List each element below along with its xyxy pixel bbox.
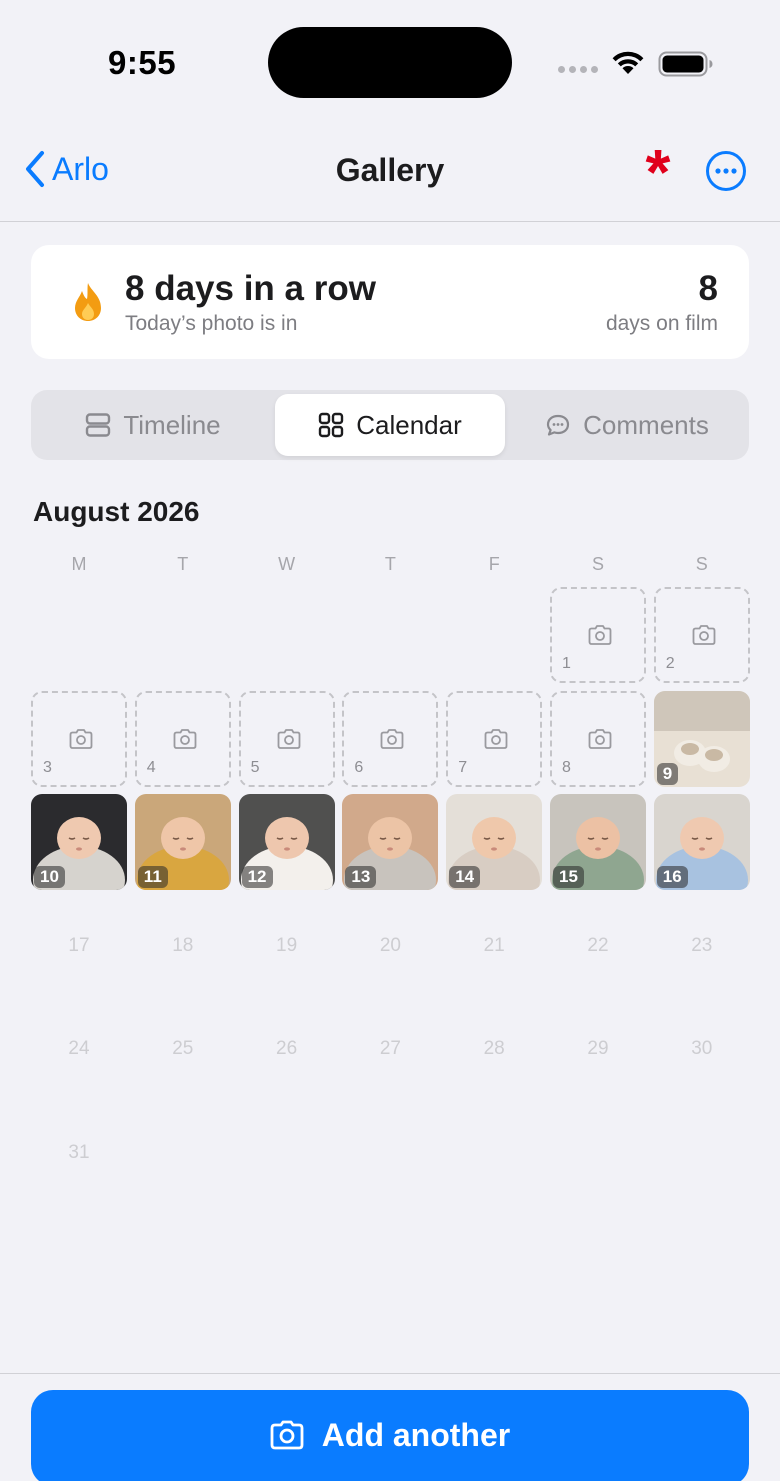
future-day-cell: 22 bbox=[587, 934, 609, 956]
future-day-cell: 24 bbox=[68, 1038, 90, 1059]
day-number-badge: 16 bbox=[656, 866, 688, 888]
streak-count-label: days on film bbox=[605, 312, 718, 335]
future-day-cell: 29 bbox=[587, 1038, 609, 1059]
camera-icon bbox=[270, 1420, 304, 1450]
tab-timeline-label: Timeline bbox=[123, 409, 221, 440]
day-number-badge: 11 bbox=[137, 866, 168, 888]
dynamic-island bbox=[268, 27, 512, 98]
streak-subtitle: Today’s photo is in bbox=[125, 312, 298, 335]
future-day-cell: 26 bbox=[276, 1038, 298, 1059]
future-day-cell: 25 bbox=[172, 1038, 194, 1059]
weekday-label: S bbox=[695, 554, 708, 574]
future-day-cell: 27 bbox=[379, 1038, 401, 1059]
future-day-cell: 21 bbox=[483, 934, 505, 956]
day-number: 5 bbox=[250, 758, 260, 776]
grid-icon bbox=[319, 412, 344, 438]
empty-day-cell[interactable]: 2 bbox=[653, 587, 750, 683]
photo-day-cell[interactable]: 9 bbox=[653, 690, 750, 787]
day-number: 1 bbox=[562, 655, 571, 672]
camera-icon bbox=[588, 728, 612, 749]
weekday-label: T bbox=[384, 554, 396, 574]
empty-day-cell[interactable]: 3 bbox=[31, 690, 127, 787]
camera-icon bbox=[588, 625, 612, 645]
streak-title: 8 days in a row bbox=[125, 269, 376, 308]
status-bar: 9:55 bbox=[0, 0, 780, 120]
more-options-icon[interactable] bbox=[705, 150, 747, 192]
day-number-badge: 10 bbox=[34, 866, 65, 888]
photo-day-cell[interactable]: 15 bbox=[550, 794, 646, 890]
day-number-badge: 9 bbox=[656, 762, 679, 785]
camera-icon bbox=[173, 728, 197, 749]
add-another-button[interactable]: Add another bbox=[31, 1390, 749, 1481]
camera-icon bbox=[692, 625, 716, 645]
future-day-cell: 19 bbox=[276, 934, 298, 956]
tab-comments[interactable]: Comments bbox=[509, 394, 745, 456]
tab-timeline[interactable]: Timeline bbox=[35, 394, 271, 456]
streak-card: 8 days in a row Today’s photo is in 8 da… bbox=[31, 245, 749, 359]
empty-day-cell[interactable]: 8 bbox=[550, 690, 646, 787]
day-number: 7 bbox=[458, 758, 468, 776]
weekday-label: M bbox=[71, 554, 87, 574]
camera-icon bbox=[484, 728, 508, 749]
comment-icon bbox=[547, 414, 570, 436]
flame-icon bbox=[75, 283, 101, 321]
photo-day-cell[interactable]: 12 bbox=[238, 794, 335, 890]
tab-calendar-label: Calendar bbox=[356, 409, 462, 440]
status-time: 9:55 bbox=[108, 44, 177, 81]
asterisk-button[interactable]: * bbox=[636, 140, 680, 204]
month-title: August 2026 bbox=[33, 496, 200, 527]
add-another-label: Add another bbox=[321, 1417, 511, 1453]
battery-icon bbox=[658, 51, 713, 77]
future-day-cell: 17 bbox=[68, 934, 90, 956]
day-number: 2 bbox=[665, 655, 675, 672]
day-number-badge: 12 bbox=[241, 866, 273, 888]
weekday-label: W bbox=[278, 554, 296, 574]
camera-icon bbox=[69, 728, 93, 749]
cellular-signal-icon bbox=[558, 66, 598, 73]
weekday-label: F bbox=[488, 554, 500, 574]
future-day-cell: 30 bbox=[691, 1038, 713, 1059]
photo-day-cell[interactable]: 10 bbox=[31, 794, 127, 890]
photo-day-cell[interactable]: 14 bbox=[446, 794, 543, 890]
day-number-badge: 14 bbox=[449, 866, 481, 888]
empty-day-cell[interactable]: 7 bbox=[446, 690, 543, 787]
future-day-cell: 20 bbox=[379, 934, 401, 956]
future-day-cell: 23 bbox=[691, 934, 713, 956]
empty-day-cell[interactable]: 1 bbox=[550, 587, 646, 683]
view-segmented-control: Timeline Calendar Comments bbox=[31, 390, 749, 460]
day-number-badge: 13 bbox=[345, 866, 377, 888]
photo-day-cell[interactable]: 13 bbox=[342, 794, 439, 890]
bottom-bar: Add another bbox=[0, 1373, 780, 1481]
empty-day-cell[interactable]: 4 bbox=[134, 690, 231, 787]
camera-icon bbox=[380, 728, 404, 749]
future-day-cell: 18 bbox=[172, 934, 194, 956]
day-number: 6 bbox=[354, 758, 364, 776]
day-number: 8 bbox=[562, 758, 571, 776]
future-day-cell: 28 bbox=[483, 1038, 505, 1059]
timeline-icon bbox=[86, 413, 111, 437]
tab-comments-label: Comments bbox=[583, 409, 709, 440]
streak-count: 8 bbox=[698, 269, 718, 308]
future-day-cell: 31 bbox=[68, 1141, 90, 1163]
tab-calendar[interactable]: Calendar bbox=[275, 394, 505, 456]
photo-day-cell[interactable]: 16 bbox=[653, 794, 750, 890]
navigation-bar: Arlo Gallery * bbox=[0, 120, 780, 222]
camera-icon bbox=[277, 728, 300, 749]
empty-day-cell[interactable]: 6 bbox=[342, 690, 439, 787]
day-number: 3 bbox=[43, 758, 52, 776]
day-number-badge: 15 bbox=[553, 866, 584, 888]
weekday-label: T bbox=[177, 554, 189, 574]
empty-day-cell[interactable]: 5 bbox=[238, 690, 335, 787]
screen: 9:55 Arlo Gallery * 8 days in a row Toda… bbox=[0, 0, 780, 1481]
photo-day-cell[interactable]: 11 bbox=[134, 794, 231, 890]
day-number: 4 bbox=[146, 758, 156, 776]
wifi-icon bbox=[612, 51, 644, 74]
weekday-label: S bbox=[591, 554, 604, 574]
